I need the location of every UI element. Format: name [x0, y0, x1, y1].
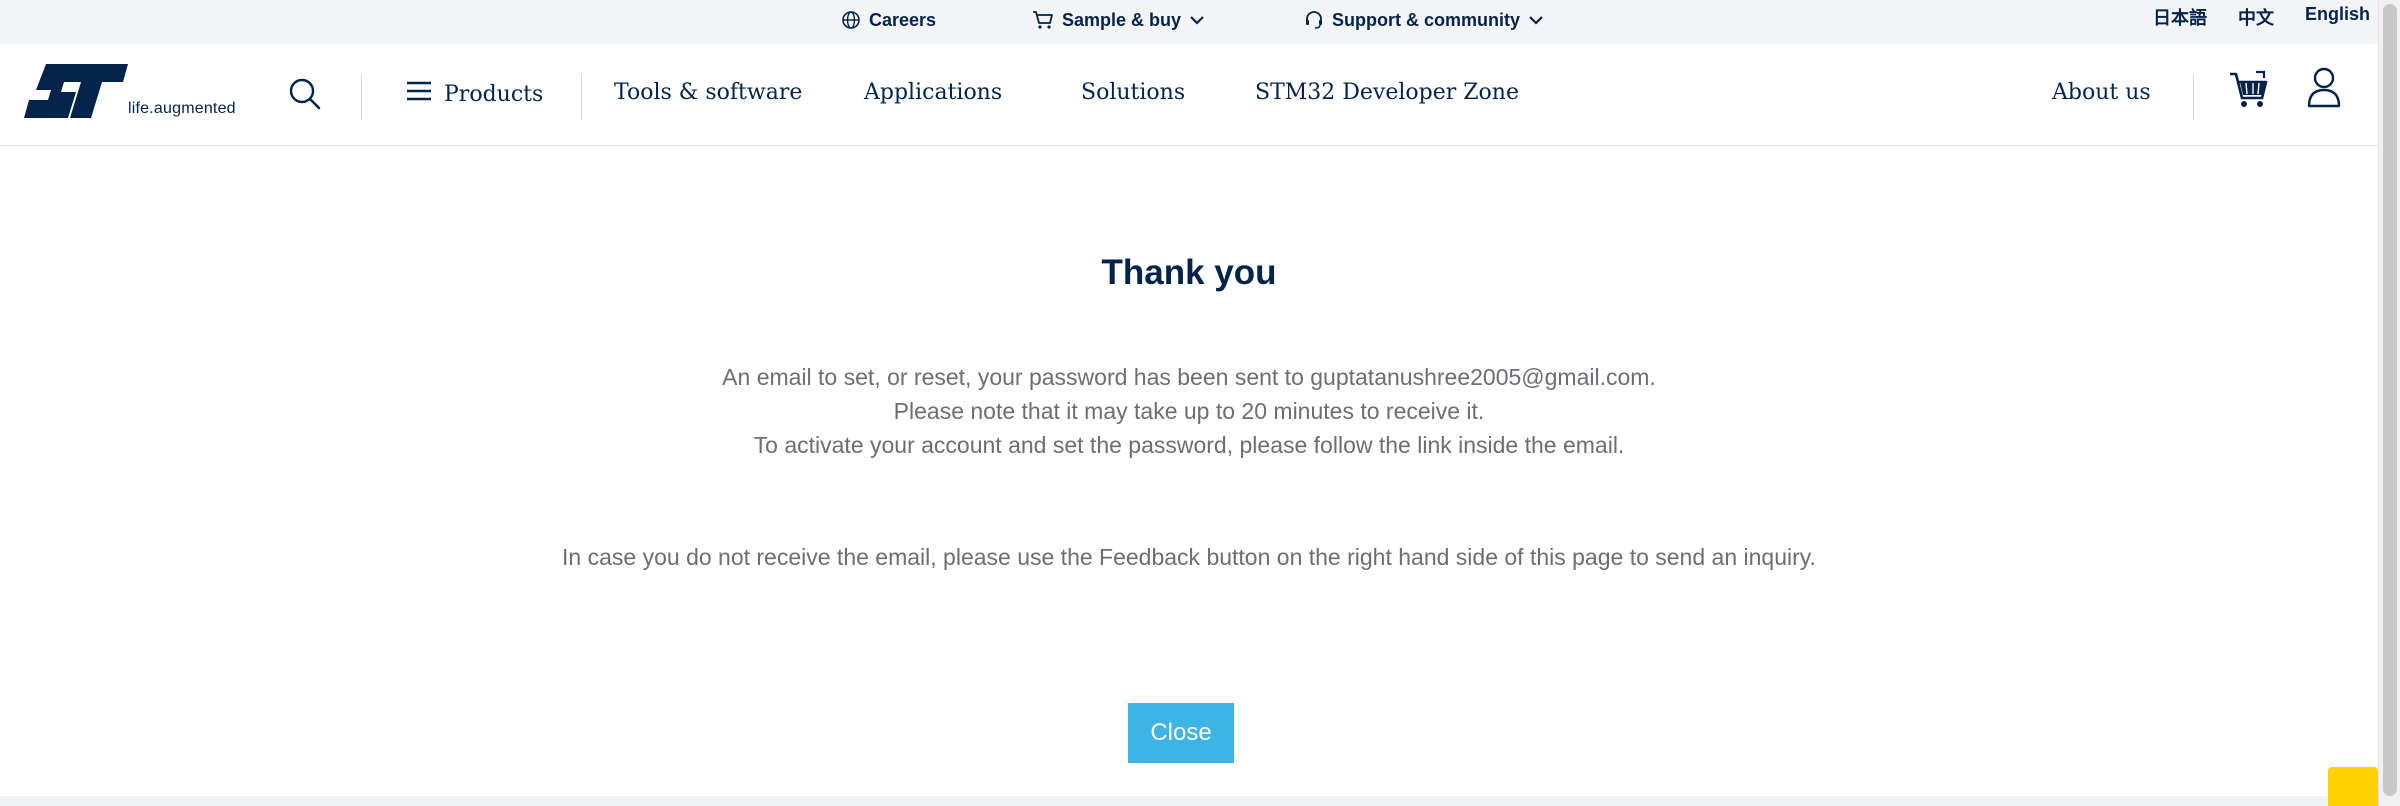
page-title: Thank you — [1101, 253, 1277, 292]
chevron-down-icon — [1189, 14, 1205, 26]
sample-buy-label: Sample & buy — [1062, 9, 1182, 30]
support-label: Support & community — [1332, 9, 1520, 30]
nav-applications[interactable]: Applications — [864, 80, 1002, 105]
divider — [581, 74, 582, 120]
nav-tools-software[interactable]: Tools & software — [614, 80, 802, 105]
thank-you-panel: Thank you An email to set, or reset, you… — [0, 146, 2378, 796]
careers-label: Careers — [869, 9, 937, 30]
st-logo[interactable]: life.augmented — [24, 62, 244, 122]
logo-tagline: life.augmented — [128, 100, 236, 117]
footer-edge — [0, 796, 2378, 806]
cart-button[interactable] — [2228, 68, 2270, 110]
headset-icon — [1304, 10, 1324, 30]
cart-icon — [2230, 70, 2268, 107]
careers-link[interactable]: Careers — [841, 0, 936, 40]
support-community-menu[interactable]: Support & community — [1304, 0, 1544, 40]
message-line: Please note that it may take up to 20 mi… — [893, 398, 1485, 424]
search-icon — [289, 78, 321, 110]
nav-products-label: Products — [444, 81, 544, 107]
nav-about-us[interactable]: About us — [2052, 80, 2151, 105]
st-logo-mark — [24, 64, 128, 118]
sample-buy-menu[interactable]: Sample & buy — [1032, 0, 1205, 40]
globe-icon — [841, 10, 861, 30]
user-account-button[interactable] — [2306, 66, 2342, 110]
language-english[interactable]: English — [2305, 4, 2370, 25]
nav-stm32-developer-zone[interactable]: STM32 Developer Zone — [1255, 80, 1519, 105]
utility-bar: Careers Sample & buy Support & community… — [0, 0, 2378, 44]
main-header: life.augmented Products Tools & software… — [0, 44, 2378, 146]
language-chinese[interactable]: 中文 — [2238, 4, 2274, 30]
search-button[interactable] — [287, 76, 323, 112]
message-line: An email to set, or reset, your password… — [722, 364, 1656, 390]
divider — [361, 74, 362, 120]
feedback-button[interactable] — [2328, 767, 2378, 806]
language-japanese[interactable]: 日本語 — [2153, 4, 2207, 30]
divider — [2193, 74, 2194, 120]
vertical-scrollbar[interactable] — [2378, 0, 2400, 806]
nav-products[interactable]: Products — [406, 80, 543, 108]
cart-small-icon — [1032, 10, 1054, 30]
nav-solutions[interactable]: Solutions — [1081, 80, 1185, 105]
scrollbar-thumb[interactable] — [2383, 4, 2397, 796]
feedback-note: In case you do not receive the email, pl… — [562, 544, 1816, 570]
close-button[interactable]: Close — [1128, 703, 1234, 763]
menu-icon — [406, 80, 432, 108]
chevron-down-icon — [1528, 14, 1544, 26]
message-line: To activate your account and set the pas… — [753, 432, 1625, 458]
user-icon — [2307, 67, 2341, 108]
